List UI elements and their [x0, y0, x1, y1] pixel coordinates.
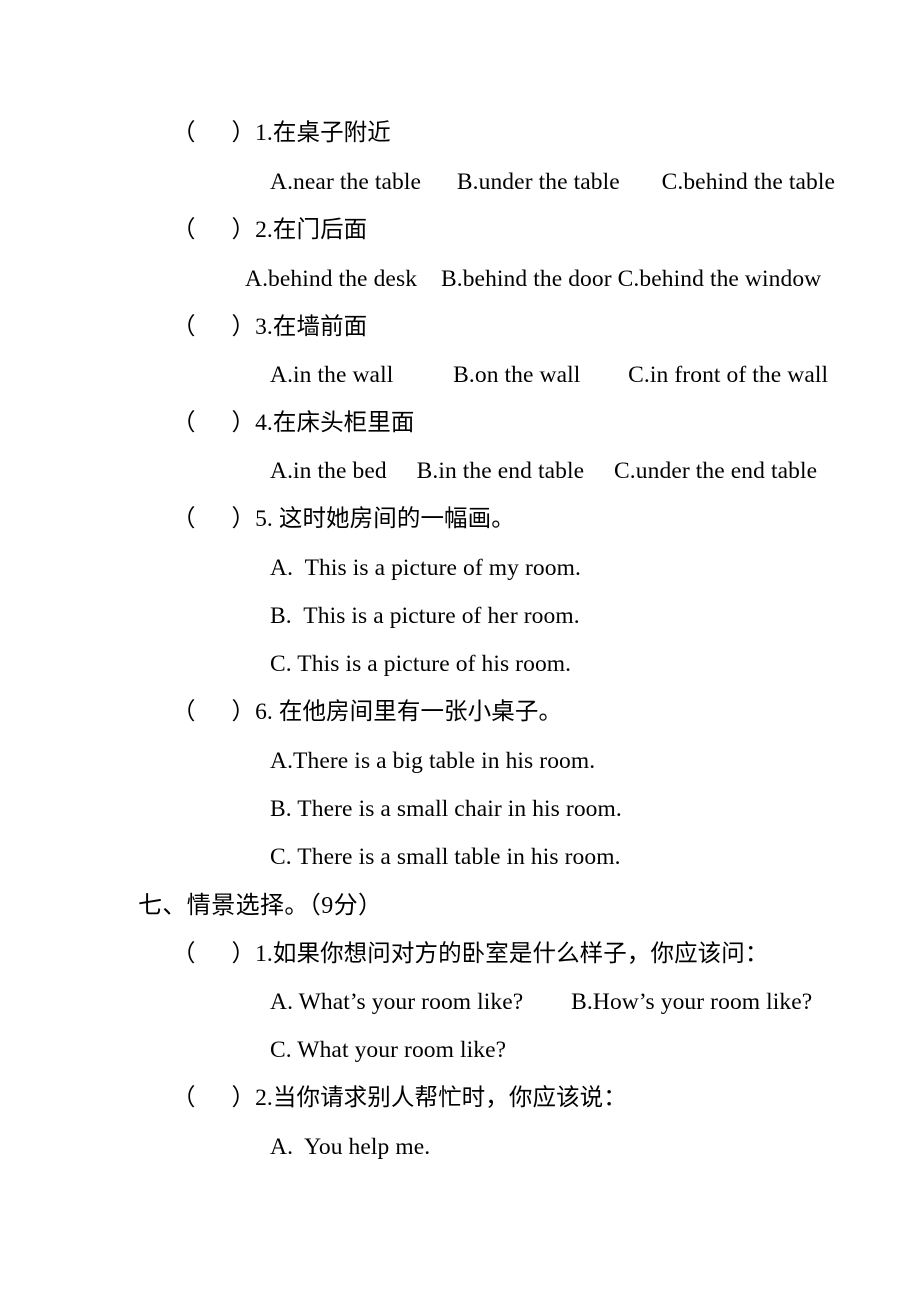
- option-line: A. You help me.: [270, 1134, 431, 1160]
- option-text: B. There is a small chair in his room.: [270, 796, 622, 822]
- option-line: B. This is a picture of her room.: [270, 603, 580, 629]
- question-stem-text: 6. 在他房间里有一张小桌子。: [255, 699, 563, 725]
- answer-blank[interactable]: （ ）: [172, 314, 255, 340]
- option-text: C. What your room like?: [270, 1037, 507, 1063]
- option-line: C. There is a small table in his room.: [270, 844, 621, 870]
- option-text: A.in the wall B.on the wall C.in front o…: [270, 362, 829, 388]
- section-heading-text: 七、情景选择。（9分）: [138, 893, 383, 919]
- option-text: A. What’s your room like? B.How’s your r…: [270, 989, 813, 1015]
- option-line: A.There is a big table in his room.: [270, 748, 596, 774]
- question-stem-text: 2.当你请求别人帮忙时，你应该说：: [255, 1085, 627, 1111]
- option-text: A.behind the desk B.behind the door C.be…: [245, 266, 822, 292]
- answer-blank[interactable]: （ ）: [172, 1085, 255, 1111]
- question-stem-text: 1.在桌子附近: [255, 120, 391, 146]
- question-stem-line: （ ）2.在门后面: [172, 217, 368, 243]
- option-line: A.behind the desk B.behind the door C.be…: [245, 266, 822, 292]
- answer-blank[interactable]: （ ）: [172, 217, 255, 243]
- section-heading: 七、情景选择。（9分）: [138, 894, 382, 918]
- question-stem-line: （ ）1.如果你想问对方的卧室是什么样子，你应该问：: [172, 941, 769, 967]
- question-stem-text: 1.如果你想问对方的卧室是什么样子，你应该问：: [255, 941, 769, 967]
- option-text: A.near the table B.under the table C.beh…: [270, 169, 836, 195]
- question-stem-line: （ ）6. 在他房间里有一张小桌子。: [172, 699, 563, 725]
- option-line: C. What your room like?: [270, 1037, 507, 1063]
- question-stem-line: （ ）5. 这时她房间的一幅画。: [172, 506, 515, 532]
- option-text: A. This is a picture of my room.: [270, 555, 581, 581]
- answer-blank[interactable]: （ ）: [172, 941, 255, 967]
- answer-blank[interactable]: （ ）: [172, 506, 255, 532]
- option-line: A.near the table B.under the table C.beh…: [270, 169, 836, 195]
- option-text: B. This is a picture of her room.: [270, 603, 580, 629]
- option-text: A.in the bed B.in the end table C.under …: [270, 458, 818, 484]
- option-text: A.There is a big table in his room.: [270, 748, 596, 774]
- question-stem-text: 5. 这时她房间的一幅画。: [255, 506, 515, 532]
- option-line: B. There is a small chair in his room.: [270, 796, 622, 822]
- option-line: A. This is a picture of my room.: [270, 555, 581, 581]
- question-stem-line: （ ）1.在桌子附近: [172, 120, 391, 146]
- question-stem-text: 3.在墙前面: [255, 314, 368, 340]
- option-text: C. There is a small table in his room.: [270, 844, 621, 870]
- question-stem-line: （ ）4.在床头柜里面: [172, 410, 415, 436]
- question-stem-line: （ ）2.当你请求别人帮忙时，你应该说：: [172, 1085, 627, 1111]
- option-line: A. What’s your room like? B.How’s your r…: [270, 989, 813, 1015]
- question-stem-line: （ ）3.在墙前面: [172, 314, 368, 340]
- answer-blank[interactable]: （ ）: [172, 410, 255, 436]
- option-text: C. This is a picture of his room.: [270, 651, 572, 677]
- question-stem-text: 2.在门后面: [255, 217, 368, 243]
- option-text: A. You help me.: [270, 1134, 431, 1160]
- answer-blank[interactable]: （ ）: [172, 699, 255, 725]
- option-line: A.in the bed B.in the end table C.under …: [270, 458, 818, 484]
- worksheet-page: （ ）1.在桌子附近 A.near the table B.under the t…: [0, 0, 920, 1302]
- question-stem-text: 4.在床头柜里面: [255, 410, 415, 436]
- option-line: A.in the wall B.on the wall C.in front o…: [270, 362, 829, 388]
- option-line: C. This is a picture of his room.: [270, 651, 572, 677]
- answer-blank[interactable]: （ ）: [172, 120, 255, 146]
